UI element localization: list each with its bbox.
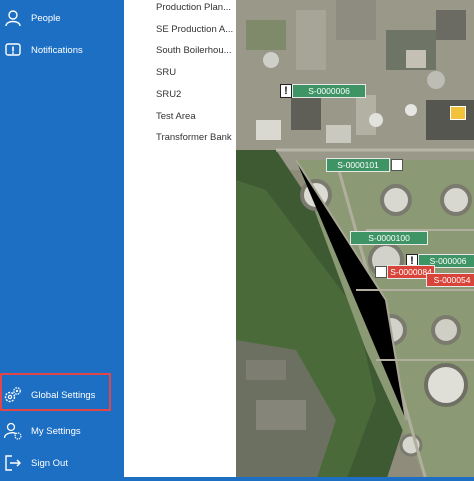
notification-icon [3, 40, 23, 60]
nav-item-notifications[interactable]: Notifications [0, 35, 124, 65]
sign-out-icon [3, 453, 23, 473]
area-list-item[interactable]: SRU [156, 67, 234, 78]
nav-item-people[interactable]: People [0, 3, 124, 33]
nav-label-people: People [31, 12, 61, 24]
nav-label-global-settings: Global Settings [31, 389, 96, 401]
person-icon [3, 8, 23, 28]
qr-code-icon [375, 266, 387, 278]
area-list: Production Plan... SE Production A... So… [124, 0, 236, 481]
sensor-tag[interactable]: S-0000006 [292, 84, 366, 98]
bottom-bar [0, 477, 474, 481]
area-list-item[interactable]: Transformer Bank [156, 132, 234, 143]
map-marker-yellow[interactable] [450, 106, 466, 120]
sensor-tag[interactable]: S-000054 [426, 273, 474, 287]
side-nav: People Notifications Global Settings My … [0, 0, 124, 481]
nav-item-sign-out[interactable]: Sign Out [0, 448, 124, 478]
area-list-item[interactable]: Production Plan... [156, 2, 234, 13]
nav-item-global-settings[interactable]: Global Settings [0, 380, 124, 410]
area-list-item[interactable]: SE Production A... [156, 24, 234, 35]
sensor-tag[interactable]: S-0000101 [326, 158, 390, 172]
nav-label-notifications: Notifications [31, 44, 83, 56]
nav-label-sign-out: Sign Out [31, 457, 68, 469]
area-list-item[interactable]: SRU2 [156, 89, 234, 100]
sensor-tag[interactable]: S-0000100 [350, 231, 428, 245]
nav-label-my-settings: My Settings [31, 425, 81, 437]
user-settings-icon [3, 421, 23, 441]
satellite-map[interactable]: ! S-0000006 S-0000101 S-0000100 ! S-0000… [236, 0, 474, 481]
gears-icon [3, 385, 23, 405]
warning-icon: ! [280, 84, 292, 98]
qr-code-icon [391, 159, 403, 171]
area-list-item[interactable]: Test Area [156, 111, 234, 122]
area-list-item[interactable]: South Boilerhou... [156, 45, 234, 56]
nav-item-my-settings[interactable]: My Settings [0, 416, 124, 446]
